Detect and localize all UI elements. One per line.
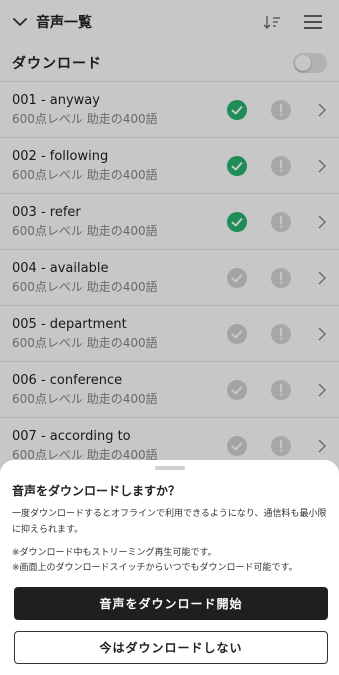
note-streaming: ※ダウンロード中もストリーミング再生可能です。 <box>12 548 217 558</box>
sheet-description: 一度ダウンロードするとオフラインで利用できるようになり、通信料も最小限に抑えられ… <box>12 509 327 535</box>
skip-download-button[interactable]: 今はダウンロードしない <box>14 631 328 664</box>
app-screen: 音声一覧 ダウンロード 001 - anyway 600点レベル 助走の400語 0… <box>0 0 339 675</box>
sheet-title: 音声をダウンロードしますか？ <box>12 484 181 498</box>
start-download-button[interactable]: 音声をダウンロード開始 <box>14 587 328 620</box>
sheet-notes: ※ダウンロード中もストリーミング再生可能です。 ※画面上のダウンロードスイッチか… <box>12 546 328 576</box>
note-switch: ※画面上のダウンロードスイッチからいつでもダウンロード可能です。 <box>12 563 298 573</box>
download-bottom-sheet: 音声をダウンロードしますか？ 一度ダウンロードするとオフラインで利用できるように… <box>0 460 339 675</box>
sheet-handle[interactable] <box>155 466 185 470</box>
